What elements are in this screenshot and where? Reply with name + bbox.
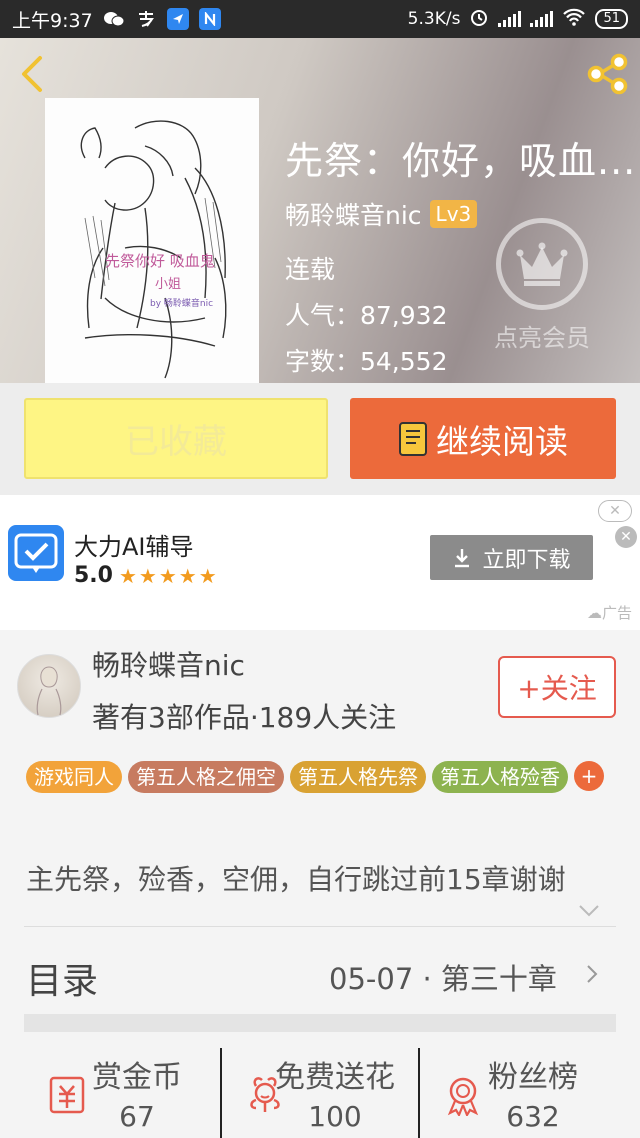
crown-icon xyxy=(496,218,588,310)
book-icon xyxy=(399,421,427,456)
tag-item[interactable]: 第五人格之佣空 xyxy=(128,761,284,793)
word-count: 字数：54,552 xyxy=(285,347,448,376)
tag-list: 游戏同人 第五人格之佣空 第五人格先祭 第五人格殓香 + xyxy=(26,761,626,793)
divider xyxy=(24,926,616,927)
alarm-icon xyxy=(469,7,489,32)
popularity: 人气：87,932 xyxy=(285,301,448,330)
share-icon xyxy=(587,53,628,95)
stat-fans[interactable]: 粉丝榜 632 xyxy=(420,1048,616,1138)
tag-item[interactable]: 第五人格殓香 xyxy=(432,761,568,793)
vip-label: 点亮会员 xyxy=(494,324,590,352)
status-bar: 上午9:37 5.3K/s 51 xyxy=(0,0,640,38)
serial-status: 连载 xyxy=(285,255,336,284)
alipay-icon xyxy=(135,8,157,30)
network-speed: 5.3K/s xyxy=(407,9,461,29)
tag-item[interactable]: 第五人格先祭 xyxy=(290,761,426,793)
ad-label: ☁广告 xyxy=(587,602,632,623)
status-time: 上午9:37 xyxy=(12,9,93,32)
app-notification-icon xyxy=(166,8,189,30)
continue-reading-button[interactable]: 继续阅读 xyxy=(350,398,616,479)
chevron-left-icon xyxy=(22,56,42,92)
stat-reward[interactable]: 赏金币 67 xyxy=(24,1048,222,1138)
author-section-name[interactable]: 畅聆蝶音nic xyxy=(92,644,245,684)
book-title: 先祭：你好，吸血... xyxy=(285,139,637,183)
n-app-icon xyxy=(198,8,221,30)
ad-label-text: 广告 xyxy=(601,604,632,622)
cover-title-text: 先祭你好 吸血鬼 xyxy=(105,252,215,270)
ad-app-name: 大力AI辅导 xyxy=(74,533,194,561)
stat-value: 67 xyxy=(119,1100,155,1133)
tag-item[interactable]: 游戏同人 xyxy=(26,761,122,793)
author-section: 畅聆蝶音nic 著有3部作品·189人关注 +关注 游戏同人 第五人格之佣空 第… xyxy=(0,630,640,1138)
ad-close-icon[interactable]: ✕ xyxy=(615,526,637,548)
follow-button[interactable]: +关注 xyxy=(498,656,616,718)
app-logo-icon xyxy=(8,525,64,581)
cloud-icon: ☁ xyxy=(586,604,602,622)
vip-membership-button[interactable]: 点亮会员 xyxy=(484,218,600,353)
favorited-button[interactable]: 已收藏 xyxy=(24,398,328,479)
rating-stars-icon: ★★★★★ xyxy=(118,563,219,588)
book-detail-page: 上午9:37 5.3K/s 51 先祭你好 吸血鬼 小姐 by 畅聆蝶音nic … xyxy=(0,0,640,1138)
wechat-icon xyxy=(103,8,125,30)
author-summary: 著有3部作品·189人关注 xyxy=(92,701,397,734)
author-row[interactable]: 畅聆蝶音nic Lv3 xyxy=(285,196,478,232)
action-buttons: 已收藏 继续阅读 xyxy=(0,383,640,495)
book-cover-image[interactable]: 先祭你好 吸血鬼 小姐 by 畅聆蝶音nic xyxy=(45,98,259,388)
signal-icon xyxy=(498,11,522,27)
stat-label: 免费送花 xyxy=(275,1060,395,1095)
latest-chapter[interactable]: 05-07 · 第三十章 xyxy=(329,956,557,998)
chevron-right-icon[interactable] xyxy=(586,964,598,984)
book-header: 先祭你好 吸血鬼 小姐 by 畅聆蝶音nic 先祭：你好，吸血... 畅聆蝶音n… xyxy=(0,38,640,388)
cover-illustration: 先祭你好 吸血鬼 小姐 by 畅聆蝶音nic xyxy=(45,98,259,388)
share-button[interactable] xyxy=(586,52,630,96)
ad-close-outline-icon[interactable]: ✕ xyxy=(598,500,632,522)
book-description: 主先祭，殓香，空佣，自行跳过前15章谢谢 xyxy=(26,863,566,896)
cover-author-text: by 畅聆蝶音nic xyxy=(150,297,213,309)
add-tag-button[interactable]: + xyxy=(574,761,604,791)
avatar[interactable] xyxy=(17,654,81,718)
section-separator xyxy=(24,1014,616,1032)
back-button[interactable] xyxy=(14,54,50,94)
ad-rating-value: 5.0 xyxy=(74,563,113,588)
download-icon xyxy=(455,548,470,567)
chevron-down-icon[interactable] xyxy=(578,904,600,918)
flower-icon xyxy=(250,1077,280,1112)
toc-title[interactable]: 目录 xyxy=(26,952,98,1004)
ad-download-button[interactable]: 立即下载 xyxy=(430,535,593,580)
stat-label: 粉丝榜 xyxy=(488,1060,578,1095)
ad-download-label: 立即下载 xyxy=(482,547,571,573)
level-badge: Lv3 xyxy=(429,200,478,228)
stats-bar: 赏金币 67 免费送花 100 粉丝榜 632 xyxy=(24,1048,616,1138)
continue-reading-label: 继续阅读 xyxy=(436,421,568,461)
cover-subtitle-text: 小姐 xyxy=(155,277,181,292)
stat-label: 赏金币 xyxy=(92,1060,182,1095)
stat-value: 100 xyxy=(308,1100,362,1133)
stat-value: 632 xyxy=(506,1100,560,1133)
ad-rating: 5.0 ★★★★★ xyxy=(74,563,219,588)
reward-coin-icon xyxy=(49,1076,85,1114)
signal-icon-2 xyxy=(530,11,554,27)
medal-icon xyxy=(447,1077,479,1116)
wifi-icon xyxy=(562,8,586,31)
author-name[interactable]: 畅聆蝶音nic xyxy=(285,196,422,232)
ad-banner[interactable]: 大力AI辅导 5.0 ★★★★★ 立即下载 ✕ ✕ ☁广告 xyxy=(0,495,640,630)
battery-indicator: 51 xyxy=(595,9,628,29)
stat-flower[interactable]: 免费送花 100 xyxy=(222,1048,420,1138)
